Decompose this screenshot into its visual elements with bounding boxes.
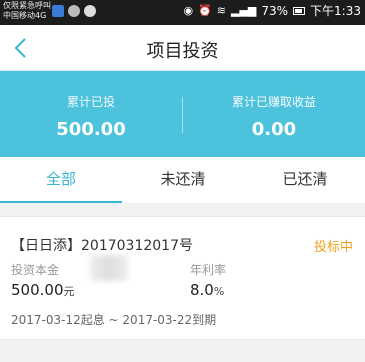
tab-paid[interactable]: 已还清 <box>244 157 365 203</box>
nav-bar: 项目投资 <box>0 25 365 71</box>
message-icon <box>84 5 96 17</box>
rate-value: 8.0 <box>190 281 214 299</box>
term-dates: 2017-03-12起息 ~ 2017-03-22到期 <box>11 313 217 327</box>
battery-icon <box>293 7 306 15</box>
total-invested-label: 累计已投 <box>66 95 115 109</box>
active-tab-indicator <box>0 201 122 203</box>
principal-label: 投资本金 <box>11 263 60 277</box>
carrier-line-2: 中国移动4G <box>3 11 47 20</box>
status-badge: 投标中 <box>313 240 353 255</box>
status-bar: 仅限紧急呼叫 中国移动4G ◉ ⏰ ≋ ▂▄▆ 73% 下午1:33 <box>0 0 365 25</box>
total-earned-value: 0.00 <box>251 119 297 140</box>
principal-value: 500.00 <box>11 281 64 299</box>
carrier-info: 仅限紧急呼叫 中国移动4G <box>3 1 51 21</box>
status-indicators: ◉ ⏰ ≋ ▂▄▆ 73% 下午1:33 <box>183 4 361 18</box>
principal-unit: 元 <box>63 285 75 298</box>
total-invested-value: 500.00 <box>56 119 126 140</box>
total-earned: 累计已赚取收益 0.00 <box>183 93 365 140</box>
total-invested: 累计已投 500.00 <box>0 93 182 140</box>
app-notification-icon <box>52 5 64 17</box>
wifi-icon: ≋ <box>216 4 226 17</box>
clock: 下午1:33 <box>310 4 361 18</box>
alarm-icon: ⏰ <box>198 4 212 17</box>
project-title: 【日日添】20170312017号 <box>11 238 193 254</box>
principal-amount: 500.00元 <box>11 281 75 299</box>
page-title: 项目投资 <box>146 41 219 62</box>
rate-label: 年利率 <box>190 263 227 277</box>
eye-icon: ◉ <box>183 4 194 17</box>
rate-unit: % <box>213 285 225 298</box>
battery-percent: 73% <box>261 4 289 18</box>
blurred-region <box>90 255 128 281</box>
total-earned-label: 累计已赚取收益 <box>231 95 316 109</box>
filter-tabs: 全部 未还清 已还清 <box>0 157 365 203</box>
wechat-icon <box>68 5 80 17</box>
investment-summary: 累计已投 500.00 累计已赚取收益 0.00 <box>0 71 365 157</box>
tab-all[interactable]: 全部 <box>0 157 122 203</box>
annual-rate: 8.0% <box>190 281 224 299</box>
carrier-line-1: 仅限紧急呼叫 <box>3 1 51 10</box>
signal-icon: ▂▄▆ <box>230 4 257 17</box>
tab-unpaid[interactable]: 未还清 <box>122 157 244 203</box>
notification-icons <box>52 5 96 17</box>
investment-card[interactable]: 【日日添】20170312017号 投标中 投资本金 年利率 500.00元 8… <box>0 216 365 340</box>
